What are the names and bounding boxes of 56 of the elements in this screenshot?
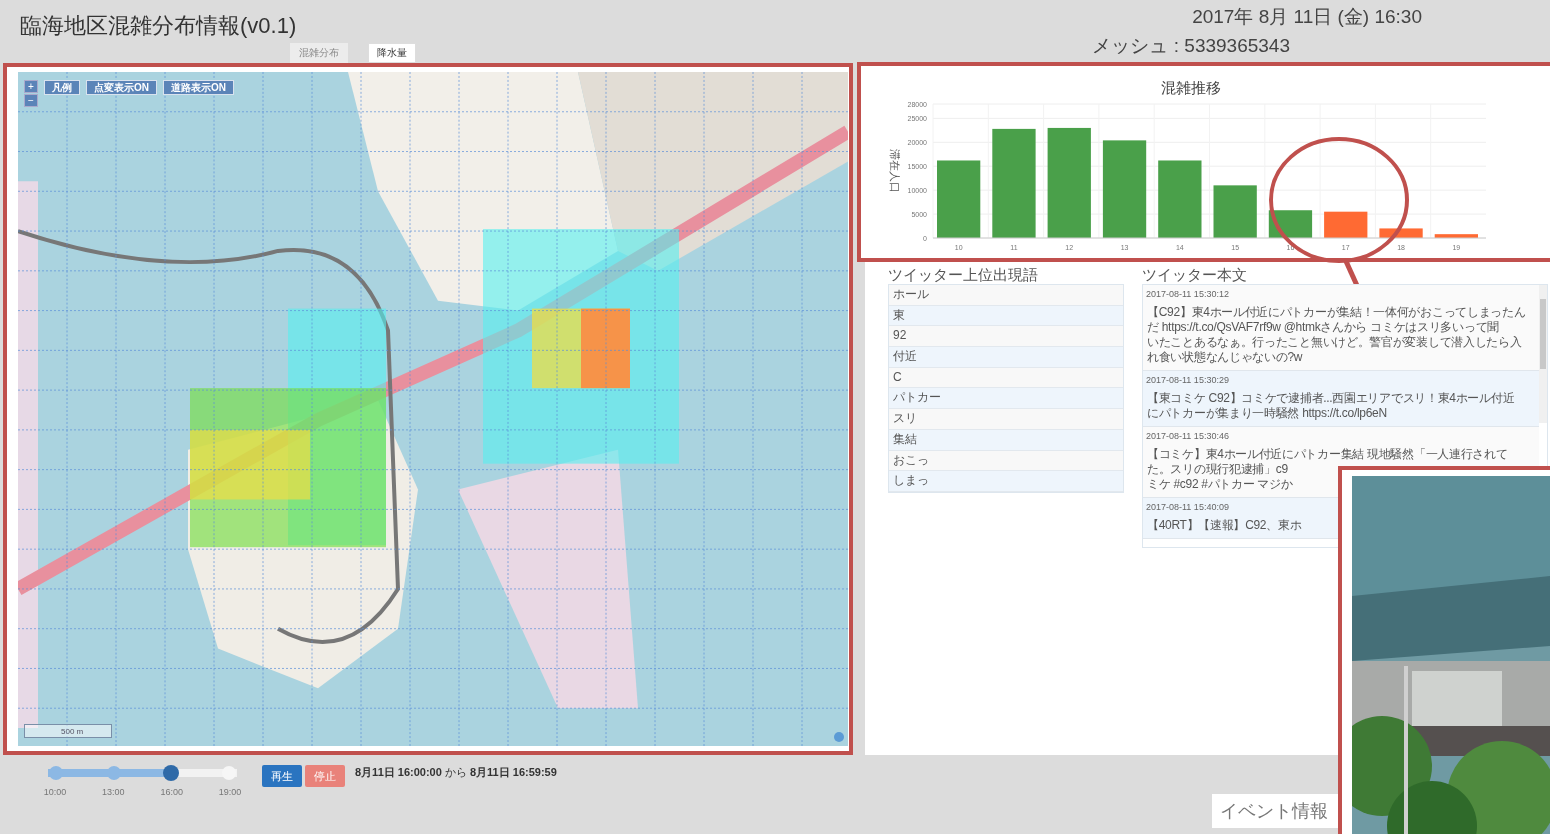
zoom-out-button[interactable]: − xyxy=(24,94,38,107)
section-title: ツイッター本文 xyxy=(1142,266,1248,284)
tweet-text: ミケ #c92 #パトカー マジか xyxy=(1146,477,1294,492)
map-button[interactable]: 点変表示ON xyxy=(86,80,157,95)
word-row: おこっ xyxy=(889,450,1123,472)
slider-stop[interactable] xyxy=(49,766,63,780)
tweet-text: いたことあるなぁ。行ったこと無いけど。警官が変装して潜入したら入 xyxy=(1146,335,1523,350)
slider-stop[interactable] xyxy=(222,766,236,780)
word-row: しまっ xyxy=(889,471,1123,492)
date-time: 2017年 8月 11日 (金) 16:30 xyxy=(1192,5,1422,29)
zoom-in-button[interactable]: + xyxy=(24,80,38,93)
tweet-time: 2017-08-11 15:30:46 xyxy=(1146,430,1230,442)
event-info-box: イベント情報 xyxy=(1212,794,1338,828)
word-row: 92 xyxy=(889,326,1123,348)
tweet-text: 【東コミケ C92】コミケで逮捕者...西園エリアでスリ！東4ホール付近 xyxy=(1146,391,1516,406)
slider-thumb[interactable] xyxy=(163,765,180,781)
tweet-text: 【40RT】【速報】C92、東ホ xyxy=(1146,518,1303,533)
mesh-code: メッシュ : 5339365343 xyxy=(1092,34,1290,58)
tweet-time: 2017-08-11 15:30:29 xyxy=(1146,374,1230,386)
page-title: 臨海地区混雑分布情報(v0.1) xyxy=(20,12,298,40)
bar xyxy=(1434,234,1478,238)
word-row: 集結 xyxy=(889,429,1123,451)
tweet-text: れ食い状態なんじゃないの?w xyxy=(1146,350,1304,365)
tweet-time: 2017-08-11 15:40:09 xyxy=(1146,501,1230,513)
tweet-text: だ https://t.co/QsVAF7rf9w @htmkさんから コミケはスリ多いって聞 xyxy=(1146,320,1500,335)
chart-title: 混雑推移 xyxy=(1161,79,1221,96)
axis-label: 滞在人口 xyxy=(889,149,901,193)
word-row: C xyxy=(889,367,1123,389)
tweet-time: 2017-08-11 15:30:12 xyxy=(1146,288,1230,300)
tick-label: 13:00 xyxy=(101,787,126,797)
attribution-icon[interactable] xyxy=(834,732,844,742)
map-button[interactable]: 凡例 xyxy=(44,80,80,95)
bar xyxy=(1324,211,1368,238)
tick-label: 19:00 xyxy=(217,787,243,797)
tweet-text: 【C92】東4ホール付近にパトカーが集結！一体何がおこってしまったん xyxy=(1146,305,1527,320)
word-row: スリ xyxy=(889,409,1123,430)
tweet-text: にパトカーが集まり一時騒然 https://t.co/lp6eN xyxy=(1146,406,1388,421)
time-range: 8月11日 16:00:00 から 8月11日 16:59:59 xyxy=(355,765,557,780)
bar xyxy=(1379,228,1423,238)
tick-label: 16:00 xyxy=(159,787,184,797)
word-row: パトカー xyxy=(889,388,1123,410)
tweet-text: 【コミケ】東4ホール付近にパトカー集結 現地騒然「一人連行されて xyxy=(1146,447,1509,462)
scale-bar: 500 m xyxy=(24,724,112,738)
map-button[interactable]: 道路表示ON xyxy=(163,80,234,95)
tab[interactable]: 降水量 xyxy=(368,43,416,63)
play-button[interactable]: 再生 xyxy=(262,765,302,787)
stop-button[interactable]: 停止 xyxy=(305,765,345,787)
word-row: ホール xyxy=(889,285,1123,306)
bar xyxy=(1213,185,1257,238)
tab[interactable]: 混雑分布 xyxy=(290,43,348,63)
scrollbar[interactable] xyxy=(1539,285,1547,423)
section-title: ツイッター上位出現語 xyxy=(888,266,1039,284)
tweet-text: た。スリの現行犯逮捕」c9 xyxy=(1146,462,1289,477)
word-row: 東 xyxy=(889,305,1123,327)
word-row: 付近 xyxy=(889,347,1123,368)
tick-label: 10:00 xyxy=(42,787,68,797)
